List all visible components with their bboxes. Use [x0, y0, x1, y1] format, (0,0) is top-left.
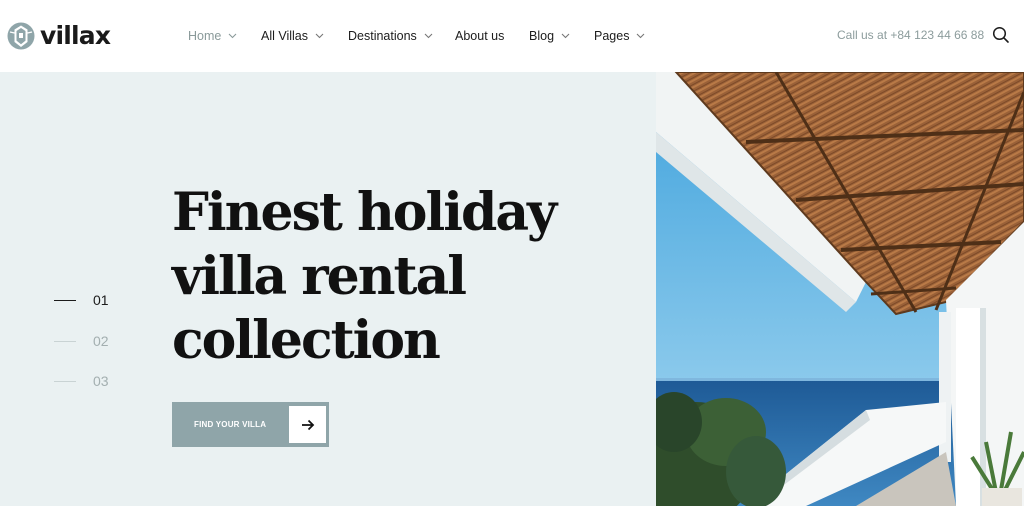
search-button[interactable]	[991, 25, 1011, 45]
slide-number: 01	[93, 292, 109, 308]
nav-item-label: Pages	[594, 29, 630, 43]
villa-terrace-sea-view-photo	[656, 72, 1024, 506]
slide-indicator-2[interactable]: 02	[54, 331, 109, 351]
nav-item-label: Home	[188, 29, 222, 43]
nav-item-label: All Villas	[261, 29, 309, 43]
arrow-right-icon	[301, 419, 314, 430]
nav-item-blog[interactable]: Blog	[529, 27, 570, 45]
slide-number: 03	[93, 373, 109, 389]
villa-logo-icon	[7, 22, 35, 50]
chevron-down-icon	[424, 33, 433, 39]
nav-item-label: Blog	[529, 29, 555, 43]
slide-number: 02	[93, 333, 109, 349]
chevron-down-icon	[315, 33, 324, 39]
brand-logo[interactable]: villax	[6, 20, 111, 52]
phone-number: +84 123 44 66 88	[890, 28, 985, 42]
hero-title-line: collection	[172, 310, 441, 371]
nav-item-destinations[interactable]: Destinations	[348, 27, 433, 45]
slide-indicator-1[interactable]: 01	[54, 290, 109, 310]
nav-item-label: About us	[455, 29, 505, 43]
find-your-villa-button[interactable]: FIND YOUR VILLA	[172, 402, 329, 447]
cta-arrow-box	[289, 406, 326, 443]
site-header: villax Home All Villas Destinations Abou…	[0, 0, 1024, 72]
nav-item-label: Destinations	[348, 29, 417, 43]
hero-title-line: villa rental	[172, 246, 467, 307]
nav-item-pages[interactable]: Pages	[594, 27, 645, 45]
nav-item-about-us[interactable]: About us	[455, 27, 504, 45]
hero-title-line: Finest holiday	[172, 182, 557, 243]
chevron-down-icon	[561, 33, 570, 39]
nav-item-all-villas[interactable]: All Villas	[261, 27, 324, 45]
indicator-line	[54, 380, 76, 382]
indicator-line	[54, 340, 76, 342]
hero-title: Finest holiday villa rental collection	[172, 181, 612, 373]
cta-label: FIND YOUR VILLA	[194, 420, 267, 429]
nav-item-home[interactable]: Home	[188, 27, 237, 45]
call-us-label: Call us at	[837, 28, 888, 42]
hero-image	[656, 72, 1024, 506]
call-us-link[interactable]: Call us at +84 123 44 66 88	[837, 28, 984, 42]
chevron-down-icon	[637, 33, 645, 39]
search-icon	[992, 26, 1009, 43]
chevron-down-icon	[228, 33, 237, 39]
slide-indicator-3[interactable]: 03	[54, 371, 109, 391]
brand-name: villax	[40, 21, 111, 50]
indicator-line	[54, 299, 76, 301]
